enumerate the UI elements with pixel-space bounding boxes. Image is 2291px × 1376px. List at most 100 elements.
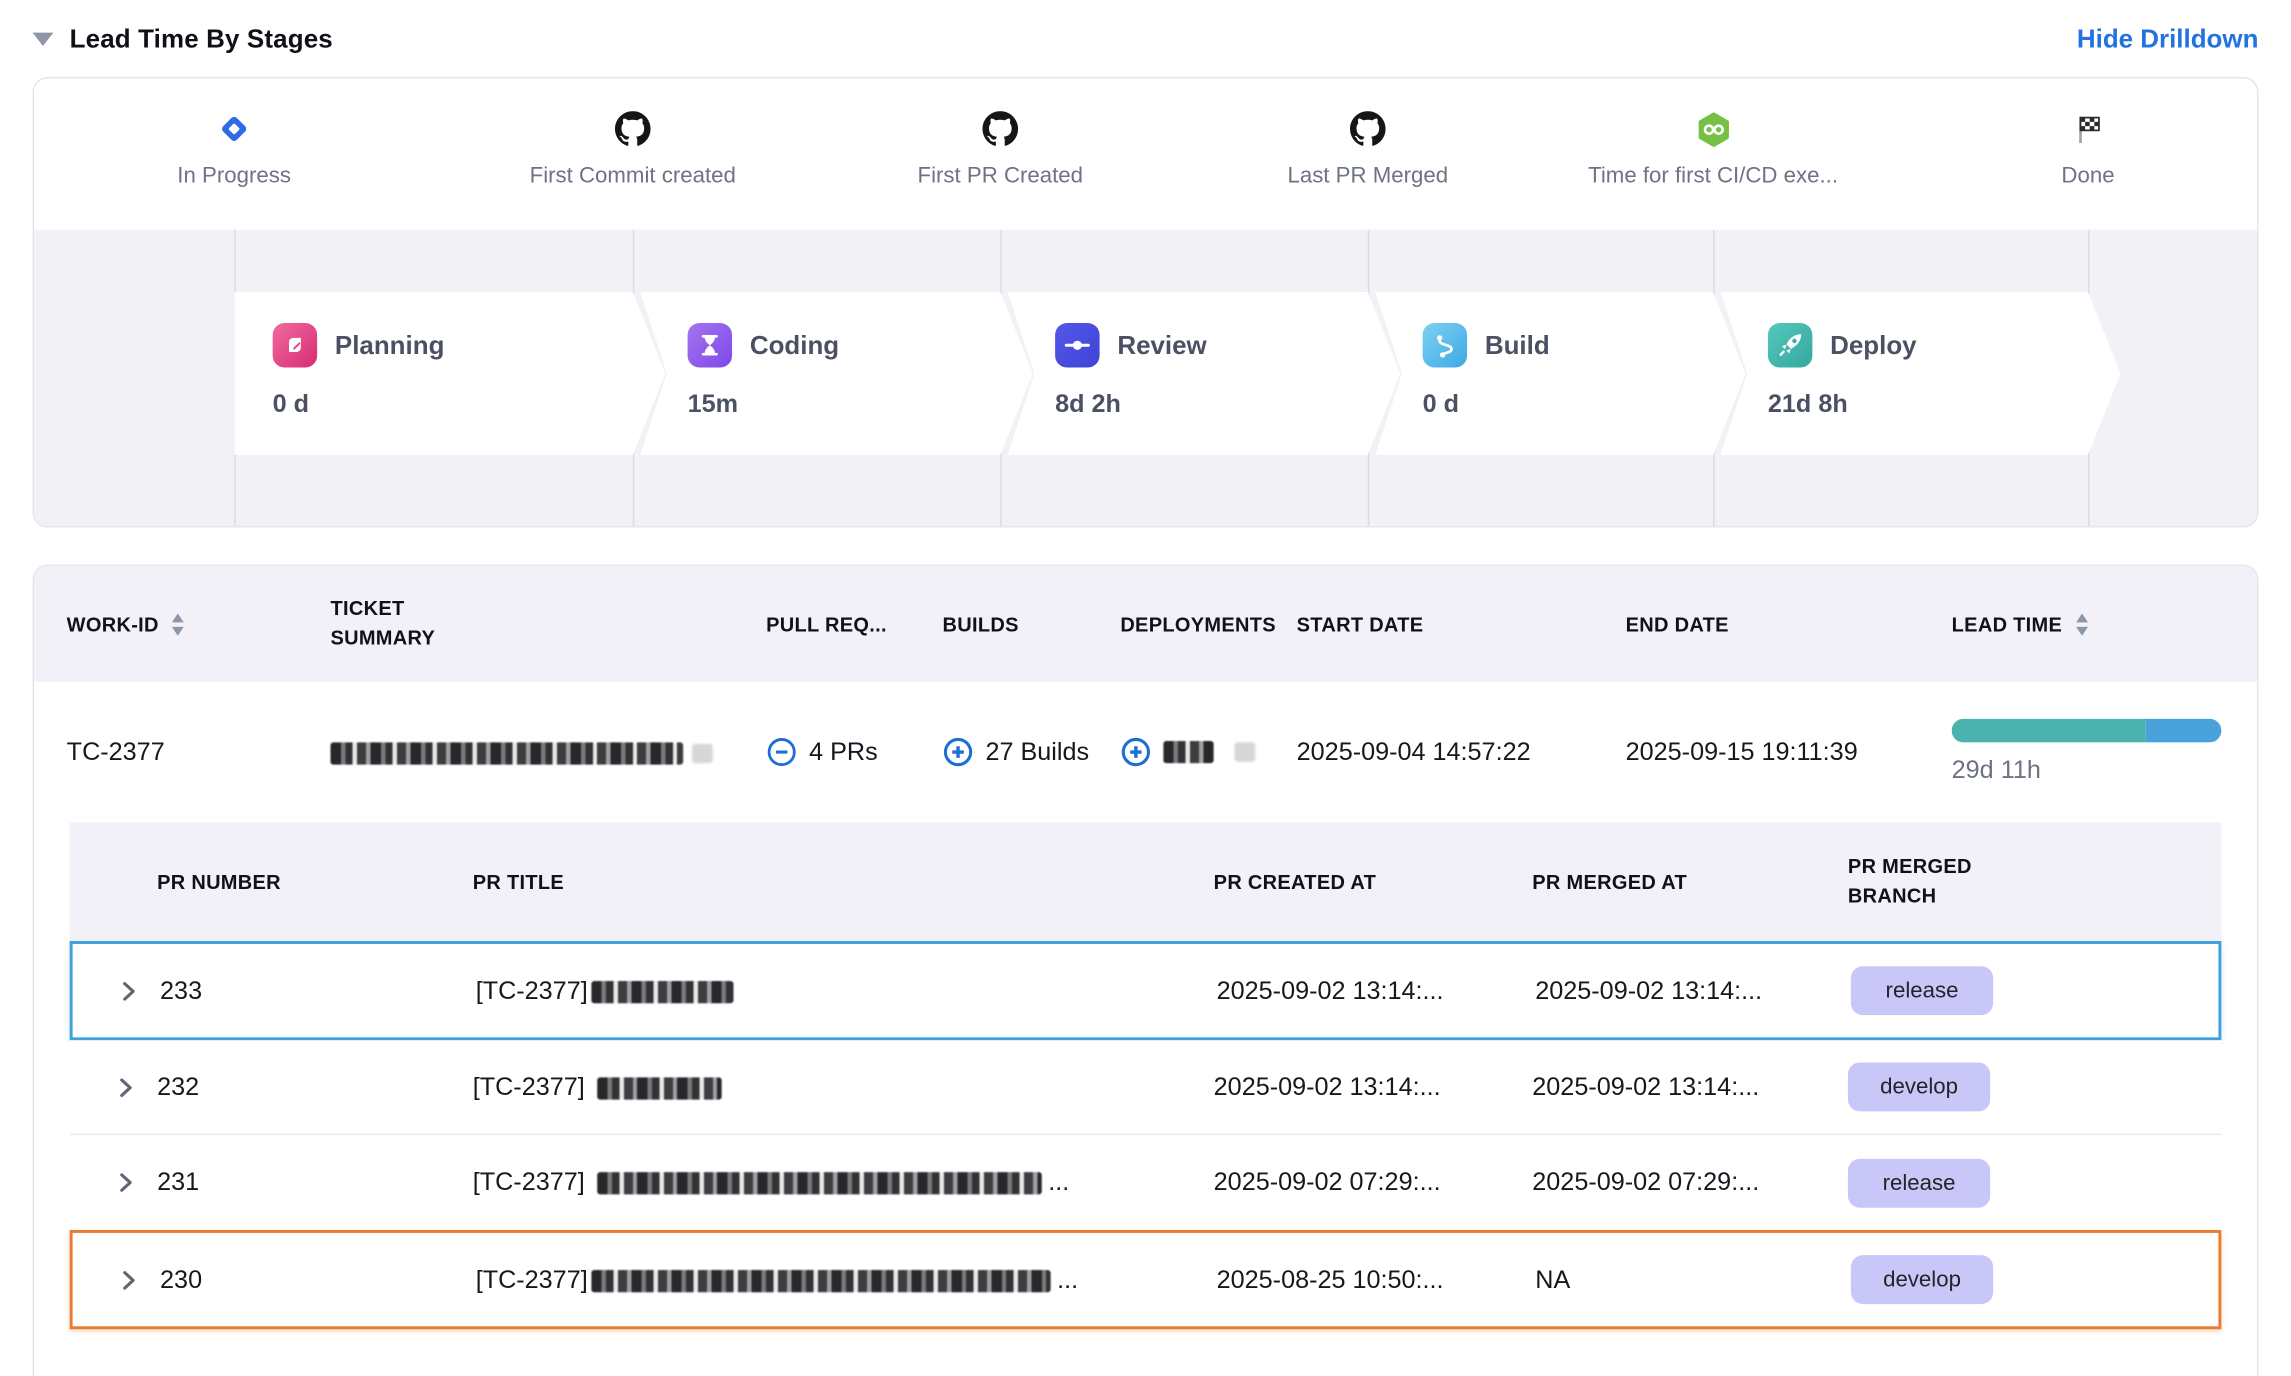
- pr-title-prefix: [TC-2377]: [473, 1072, 585, 1100]
- milestone-label: Done: [2061, 163, 2114, 188]
- column-header-pr-merged-at: PR MERGED AT: [1532, 871, 1848, 893]
- stages-card: In Progress First Commit created First P…: [33, 77, 2259, 527]
- deployments-chip[interactable]: [1120, 737, 1296, 768]
- pr-title-cell: [TC-2377]: [473, 1072, 1214, 1102]
- column-header-end-date: END DATE: [1626, 613, 1952, 635]
- milestone-label: Time for first CI/CD exe...: [1588, 163, 1838, 188]
- milestone-first-commit: First Commit created: [462, 108, 803, 188]
- pull-requests-chip[interactable]: 4 PRs: [766, 737, 942, 768]
- pr-merged-at-cell: 2025-09-02 07:29:...: [1532, 1168, 1848, 1198]
- pr-created-at-cell: 2025-08-25 10:50:...: [1217, 1265, 1536, 1295]
- pr-created-at-cell: 2025-09-02 13:14:...: [1217, 976, 1536, 1006]
- pr-table-header: PR NUMBER PR TITLE PR CREATED AT PR MERG…: [70, 822, 2222, 941]
- milestone-label: Last PR Merged: [1287, 163, 1448, 188]
- pr-merged-at-cell: 2025-09-02 13:14:...: [1535, 976, 1851, 1006]
- hourglass-icon: [688, 323, 732, 367]
- cicd-icon: [1695, 108, 1732, 149]
- expand-chevron-icon[interactable]: [116, 1266, 160, 1293]
- builds-chip[interactable]: 27 Builds: [942, 737, 1120, 768]
- redacted-pr-title: [591, 980, 733, 1002]
- jira-issue-icon: [216, 108, 252, 149]
- pr-title-cell: [TC-2377] ...: [473, 1168, 1214, 1198]
- minus-circle-icon: [766, 737, 797, 768]
- git-commit-icon: [1055, 323, 1099, 367]
- sort-icon[interactable]: [172, 613, 184, 635]
- lead-time-value: 29d 11h: [1952, 756, 2222, 786]
- milestone-in-progress: In Progress: [64, 108, 405, 188]
- stage-duration: 15m: [688, 390, 1033, 420]
- branch-badge: develop: [1848, 1063, 1990, 1112]
- sort-icon[interactable]: [2075, 613, 2087, 635]
- lead-bar-blue-segment: [2146, 719, 2222, 743]
- work-id-cell: TC-2377: [67, 737, 331, 767]
- column-header-deployments: DEPLOYMENTS: [1120, 613, 1296, 635]
- column-header-pr-merged-branch: PR MERGED BRANCH: [1848, 852, 2221, 912]
- column-label: TICKET SUMMARY: [330, 594, 466, 654]
- column-label: DEPLOYMENTS: [1120, 613, 1276, 635]
- milestone-cicd: Time for first CI/CD exe...: [1543, 108, 1884, 188]
- pr-created-at-cell: 2025-09-02 13:14:...: [1214, 1072, 1533, 1102]
- column-header-pr-number: PR NUMBER: [157, 871, 473, 893]
- milestone-done: Done: [1918, 108, 2259, 188]
- column-label: PULL REQ...: [766, 613, 887, 635]
- lead-time-bar: [1952, 719, 2222, 743]
- column-label: PR MERGED BRANCH: [1848, 852, 2011, 912]
- work-table-header: WORK-ID TICKET SUMMARY PULL REQ... BUILD…: [34, 566, 2257, 682]
- column-header-pr-created-at: PR CREATED AT: [1214, 871, 1533, 893]
- rocket-icon: [1768, 323, 1812, 367]
- pr-row-233[interactable]: 233 [TC-2377] 2025-09-02 13:14:... 2025-…: [70, 941, 2222, 1040]
- lead-bar-teal-segment: [1952, 719, 2146, 743]
- column-label: START DATE: [1297, 613, 1424, 635]
- github-icon: [615, 108, 651, 149]
- pr-row-232[interactable]: 232 [TC-2377] 2025-09-02 13:14:... 2025-…: [70, 1040, 2222, 1135]
- hide-drilldown-link[interactable]: Hide Drilldown: [2077, 23, 2259, 54]
- expand-chevron-icon[interactable]: [116, 977, 160, 1004]
- expand-chevron-icon[interactable]: [113, 1074, 157, 1101]
- stage-band: Planning 0 d Coding 15m Revi: [34, 230, 2257, 526]
- github-icon: [982, 108, 1018, 149]
- column-label: WORK-ID: [67, 613, 159, 635]
- lead-time-drilldown-panel: Lead Time By Stages Hide Drilldown In Pr…: [0, 0, 2291, 1376]
- milestone-label: In Progress: [177, 163, 291, 188]
- github-icon: [1350, 108, 1386, 149]
- branch-badge: develop: [1851, 1255, 1993, 1304]
- column-label: END DATE: [1626, 613, 1729, 635]
- redacted-ticket-summary: [330, 742, 683, 764]
- pr-table: PR NUMBER PR TITLE PR CREATED AT PR MERG…: [70, 822, 2222, 1329]
- milestone-last-pr-merged: Last PR Merged: [1197, 108, 1538, 188]
- milestone-label: First PR Created: [918, 163, 1084, 188]
- pr-number-cell: 232: [157, 1072, 473, 1102]
- column-label: BUILDS: [942, 613, 1018, 635]
- milestone-row: In Progress First Commit created First P…: [34, 79, 2257, 230]
- branch-badge: release: [1851, 966, 1993, 1015]
- pr-number-cell: 231: [157, 1168, 473, 1198]
- redacted-pr-title: [597, 1172, 1042, 1194]
- collapse-triangle-icon[interactable]: [33, 32, 54, 45]
- redacted-ticket-summary-tail: [692, 743, 713, 762]
- column-header-lead-time[interactable]: LEAD TIME: [1952, 613, 2257, 635]
- milestone-first-pr: First PR Created: [830, 108, 1171, 188]
- redacted-deployments: [1163, 741, 1213, 763]
- plus-circle-icon: [942, 737, 973, 768]
- column-header-work-id[interactable]: WORK-ID: [67, 613, 331, 635]
- builds-count: 27 Builds: [985, 737, 1089, 767]
- pr-title-cell: [TC-2377]: [476, 976, 1217, 1006]
- work-table-card: WORK-ID TICKET SUMMARY PULL REQ... BUILD…: [33, 565, 2259, 1376]
- stage-planning: Planning 0 d: [234, 292, 665, 455]
- pr-row-231[interactable]: 231 [TC-2377] ... 2025-09-02 07:29:... 2…: [70, 1135, 2222, 1230]
- pr-number-cell: 230: [160, 1265, 476, 1295]
- pr-created-at-cell: 2025-09-02 07:29:...: [1214, 1168, 1533, 1198]
- stage-review: Review 8d 2h: [1008, 292, 1401, 455]
- redacted-pr-title: [597, 1077, 721, 1099]
- pr-row-230[interactable]: 230 [TC-2377] ... 2025-08-25 10:50:... N…: [70, 1230, 2222, 1329]
- column-header-builds: BUILDS: [942, 613, 1120, 635]
- stage-name: Planning: [335, 330, 444, 361]
- stage-name: Build: [1485, 330, 1550, 361]
- stage-duration: 0 d: [273, 390, 666, 420]
- finish-flag-icon: [2071, 108, 2105, 149]
- expand-chevron-icon[interactable]: [113, 1169, 157, 1196]
- column-header-pr-title: PR TITLE: [473, 871, 1214, 893]
- ticket-summary-cell: [330, 737, 766, 767]
- route-icon: [1423, 323, 1467, 367]
- stage-duration: 8d 2h: [1055, 390, 1400, 420]
